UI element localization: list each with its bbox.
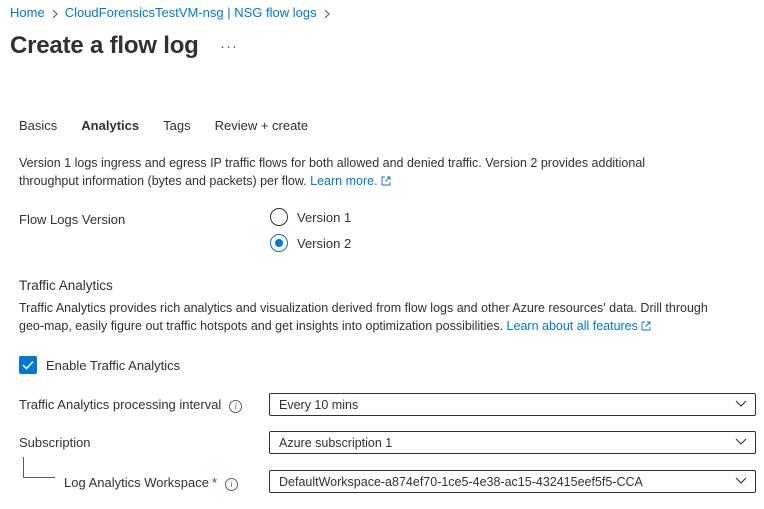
tree-connector-horizontal — [23, 477, 55, 478]
learn-more-link[interactable]: Learn more. — [310, 174, 391, 188]
learn-more-label: Learn more. — [310, 174, 378, 188]
flow-logs-version-label: Flow Logs Version — [19, 212, 126, 227]
enable-traffic-analytics-checkbox[interactable]: Enable Traffic Analytics — [19, 356, 180, 374]
tab-basics[interactable]: Basics — [19, 118, 57, 139]
enable-traffic-analytics-label: Enable Traffic Analytics — [46, 357, 181, 373]
flow-logs-version-description: Version 1 logs ingress and egress IP tra… — [19, 154, 759, 190]
learn-about-features-link[interactable]: Learn about all features — [507, 319, 651, 333]
traffic-analytics-description: Traffic Analytics provides rich analytic… — [19, 299, 759, 335]
chevron-down-icon — [735, 400, 747, 407]
workspace-value: DefaultWorkspace-a874ef70-1ce5-4e38-ac15… — [279, 474, 643, 489]
breadcrumb-nsg-flow-logs-link[interactable]: CloudForensicsTestVM-nsg | NSG flow logs — [65, 5, 317, 20]
required-asterisk: * — [212, 475, 218, 490]
checkmark-icon — [19, 356, 37, 374]
chevron-right-icon — [317, 5, 337, 20]
external-link-icon — [381, 176, 391, 186]
breadcrumb: Home CloudForensicsTestVM-nsg | NSG flow… — [10, 5, 337, 20]
subscription-value: Azure subscription 1 — [279, 435, 393, 450]
learn-about-features-label: Learn about all features — [506, 319, 638, 333]
radio-circle — [270, 208, 288, 226]
version-1-radio[interactable]: Version 1 — [270, 208, 351, 226]
description-line: geo-map, easily figure out traffic hotsp… — [19, 319, 504, 333]
chevron-right-icon — [45, 5, 65, 20]
workspace-label-text: Log Analytics Workspace — [64, 475, 209, 490]
breadcrumb-home-link[interactable]: Home — [10, 5, 45, 20]
version-2-label: Version 2 — [297, 235, 352, 251]
description-line: throughput information (bytes and packet… — [19, 174, 307, 188]
tab-bar: Basics Analytics Tags Review + create — [19, 118, 332, 139]
traffic-analytics-heading: Traffic Analytics — [19, 278, 113, 293]
description-line: Traffic Analytics provides rich analytic… — [19, 301, 708, 315]
tree-connector-vertical — [23, 457, 24, 477]
version-1-label: Version 1 — [297, 209, 352, 225]
workspace-label: Log Analytics Workspace * i — [64, 475, 239, 491]
page-title: Create a flow log — [10, 32, 199, 59]
tab-review-create[interactable]: Review + create — [215, 118, 309, 139]
chevron-down-icon — [735, 438, 747, 445]
tab-analytics[interactable]: Analytics — [81, 118, 139, 139]
processing-interval-value: Every 10 mins — [279, 397, 359, 412]
subscription-dropdown[interactable]: Azure subscription 1 — [269, 431, 756, 454]
external-link-icon — [641, 321, 651, 331]
radio-circle — [270, 234, 288, 252]
processing-interval-dropdown[interactable]: Every 10 mins — [269, 393, 756, 416]
more-options-button[interactable]: ··· — [220, 38, 238, 55]
tab-tags[interactable]: Tags — [163, 118, 190, 139]
version-2-radio[interactable]: Version 2 — [270, 234, 351, 252]
workspace-dropdown[interactable]: DefaultWorkspace-a874ef70-1ce5-4e38-ac15… — [269, 470, 756, 493]
subscription-label: Subscription — [19, 435, 91, 450]
processing-interval-text: Traffic Analytics processing interval — [19, 397, 222, 412]
description-line: Version 1 logs ingress and egress IP tra… — [19, 156, 646, 170]
info-icon[interactable]: i — [225, 478, 239, 491]
info-icon[interactable]: i — [229, 400, 243, 413]
chevron-down-icon — [735, 477, 747, 484]
processing-interval-label: Traffic Analytics processing interval i — [19, 397, 243, 413]
